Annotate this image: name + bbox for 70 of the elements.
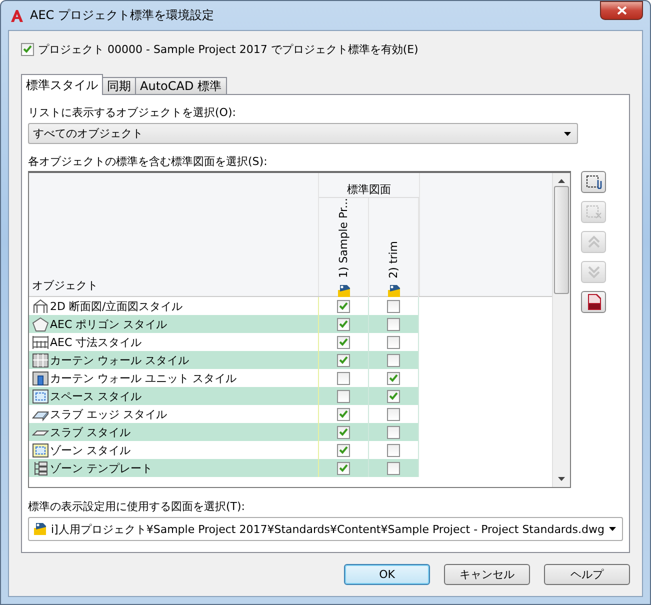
window-title: AEC プロジェクト標準を環境設定 (30, 7, 214, 24)
standard-checkbox[interactable] (387, 408, 400, 420)
object-select-label: リストに表示するオブジェクトを選択(O): (28, 105, 237, 120)
object-type-icon (32, 388, 49, 404)
standard-checkbox[interactable] (387, 444, 400, 456)
standard-checkbox[interactable] (387, 372, 400, 384)
tab[interactable]: 同期 (102, 77, 136, 95)
enable-checkbox[interactable] (21, 42, 34, 56)
standard-checkbox[interactable] (337, 390, 350, 402)
close-icon (616, 6, 626, 15)
standard-checkbox[interactable] (337, 408, 350, 420)
standard-checkbox[interactable] (387, 390, 400, 402)
dialog-button[interactable]: キャンセル (444, 564, 530, 585)
remove-icon (586, 205, 602, 219)
object-name: ゾーン テンプレート (50, 460, 152, 476)
scroll-down-icon[interactable] (558, 477, 565, 481)
caret-icon (609, 527, 616, 531)
standard-checkbox[interactable] (337, 354, 350, 366)
standard-checkbox[interactable] (337, 444, 350, 456)
standard-checkbox[interactable] (387, 354, 400, 366)
standard-checkbox[interactable] (337, 426, 350, 438)
dialog-button[interactable]: OK (344, 564, 430, 585)
standard-checkbox[interactable] (337, 318, 350, 330)
tab[interactable]: 標準スタイル (21, 74, 103, 95)
column-header: 1) Sample Pr... (337, 198, 350, 278)
group-header: 標準図面 (347, 182, 391, 197)
object-name: AEC ポリゴン スタイル (50, 316, 168, 332)
object-name: 2D 断面図/立面図スタイル (50, 298, 183, 314)
display-select-label: 標準の表示設定用に使用する図面を選択(T): (28, 499, 246, 514)
object-type-icon (32, 298, 49, 314)
standard-checkbox[interactable] (387, 300, 400, 312)
standard-checkbox[interactable] (387, 426, 400, 438)
drawing-file-icon (33, 522, 47, 536)
dialog-button[interactable]: ヘルプ (544, 564, 630, 585)
object-name: スラブ エッジ スタイル (50, 406, 167, 422)
grid-label: 各オブジェクトの標準を含む標準図面を選択(S): (28, 154, 268, 169)
column-header: オブジェクト (32, 278, 98, 293)
standard-checkbox[interactable] (337, 300, 350, 312)
object-name: AEC 寸法スタイル (50, 334, 142, 350)
column-header: 2) trim (387, 240, 400, 278)
caret-icon (564, 132, 571, 136)
object-name: スペース スタイル (50, 388, 142, 404)
standard-checkbox[interactable] (337, 462, 350, 474)
move-up-icon (586, 235, 600, 249)
standard-checkbox[interactable] (387, 462, 400, 474)
object-type-icon (32, 460, 49, 476)
drawing-dropdown[interactable]: i]人用プロジェクト¥Sample Project 2017¥Standards¥Content¥Sample Project - Project Standards.dwg (28, 517, 623, 541)
object-type-icon (32, 442, 49, 458)
attach-icon (586, 175, 602, 189)
enable-label: プロジェクト 00000 - Sample Project 2017 でプロジェクト標準を有効(E) (38, 42, 418, 56)
standard-checkbox[interactable] (337, 372, 350, 384)
object-type-icon (32, 370, 49, 386)
export-button[interactable] (581, 291, 606, 313)
object-name: カーテン ウォール スタイル (50, 352, 189, 368)
attach-button[interactable] (581, 171, 606, 193)
object-type-icon (32, 334, 49, 350)
scroll-up-icon[interactable] (558, 179, 565, 183)
move-down-icon (586, 265, 600, 279)
object-name: ゾーン スタイル (50, 442, 130, 458)
tab[interactable]: AutoCAD 標準 (135, 77, 227, 95)
standard-checkbox[interactable] (387, 336, 400, 348)
object-name: スラブ スタイル (50, 424, 130, 440)
app-logo-icon (10, 8, 24, 22)
pdf-icon (586, 293, 602, 311)
scrollbar[interactable] (552, 173, 570, 487)
standard-checkbox[interactable] (387, 318, 400, 330)
close-button[interactable] (600, 1, 643, 20)
standard-checkbox[interactable] (337, 336, 350, 348)
object-name: カーテン ウォール ユニット スタイル (50, 370, 236, 386)
object-dropdown[interactable]: すべてのオブジェクト (28, 123, 578, 144)
